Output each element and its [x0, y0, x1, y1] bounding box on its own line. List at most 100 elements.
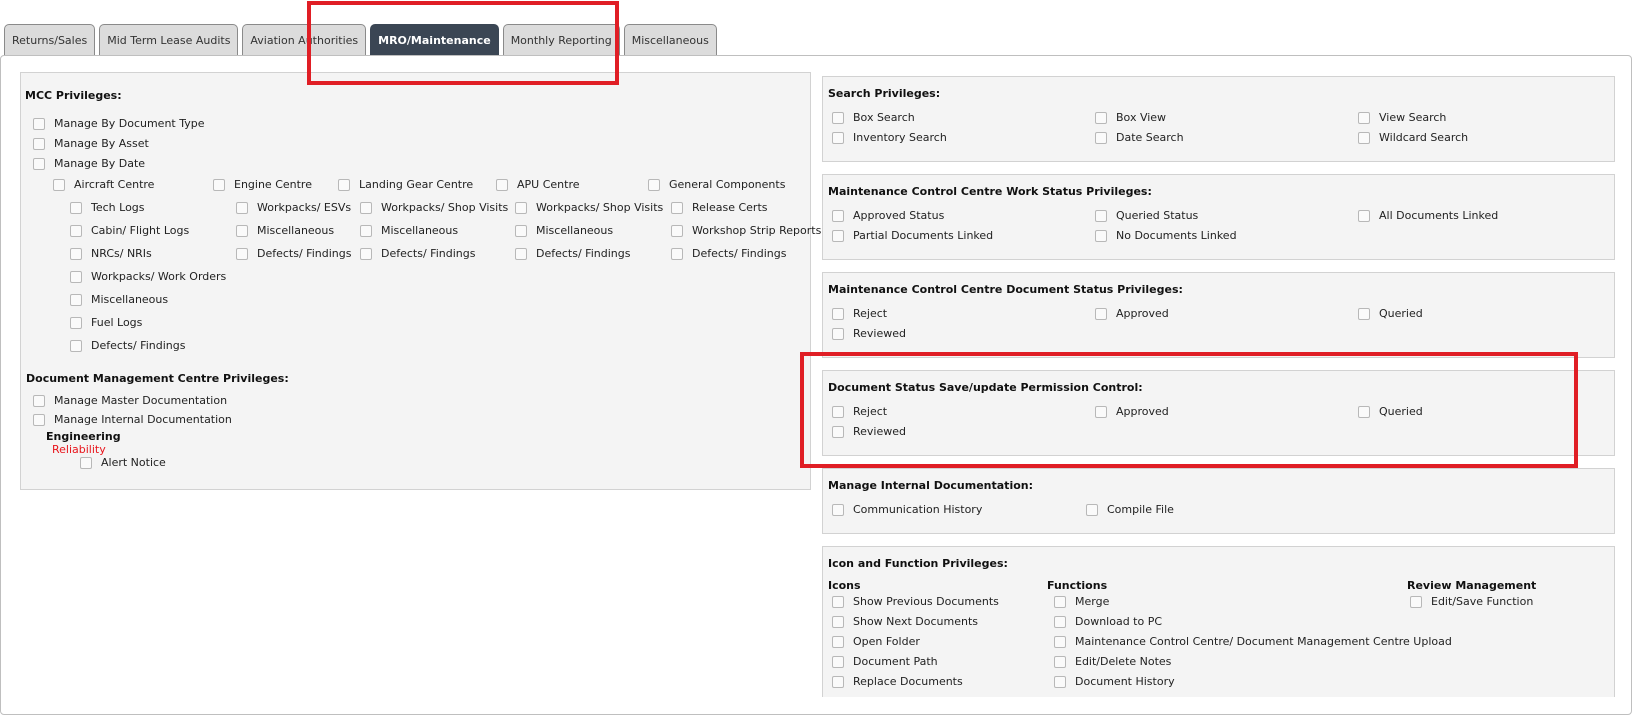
communication-history-checkbox[interactable]: Communication History: [832, 503, 982, 516]
checkbox-box[interactable]: [338, 178, 350, 191]
tab-monthly-reporting[interactable]: Monthly Reporting: [502, 24, 620, 55]
workshop-strip-reports-checkbox[interactable]: Workshop Strip Reports: [671, 224, 821, 237]
checkbox-box[interactable]: [671, 224, 683, 237]
view-search-checkbox[interactable]: View Search: [1358, 111, 1446, 124]
checkbox-box[interactable]: [80, 456, 92, 469]
landing-defects-findings-checkbox[interactable]: Defects/ Findings: [360, 247, 475, 260]
fuel-logs-checkbox[interactable]: Fuel Logs: [70, 316, 142, 329]
engine-miscellaneous-checkbox[interactable]: Miscellaneous: [236, 224, 334, 237]
doc-status-reviewed-checkbox[interactable]: Reviewed: [832, 327, 906, 340]
checkbox-box[interactable]: [832, 615, 844, 628]
checkbox-box[interactable]: [70, 201, 82, 214]
document-path-checkbox[interactable]: Document Path: [832, 655, 938, 668]
box-search-checkbox[interactable]: Box Search: [832, 111, 915, 124]
checkbox-box[interactable]: [70, 316, 82, 329]
general-defects-findings-checkbox[interactable]: Defects/ Findings: [671, 247, 786, 260]
checkbox-box[interactable]: [671, 247, 683, 260]
partial-documents-linked-checkbox[interactable]: Partial Documents Linked: [832, 229, 993, 242]
no-documents-linked-checkbox[interactable]: No Documents Linked: [1095, 229, 1237, 242]
compile-file-checkbox[interactable]: Compile File: [1086, 503, 1174, 516]
merge-checkbox[interactable]: Merge: [1054, 595, 1109, 608]
all-documents-linked-checkbox[interactable]: All Documents Linked: [1358, 209, 1498, 222]
landing-workpacks-shop-visits-checkbox[interactable]: Workpacks/ Shop Visits: [360, 201, 508, 214]
tech-logs-checkbox[interactable]: Tech Logs: [70, 201, 145, 214]
checkbox-box[interactable]: [360, 224, 372, 237]
checkbox-box[interactable]: [832, 675, 844, 688]
checkbox-box[interactable]: [70, 247, 82, 260]
checkbox-box[interactable]: [515, 224, 527, 237]
checkbox-box[interactable]: [1054, 655, 1066, 668]
aircraft-centre-checkbox[interactable]: Aircraft Centre: [53, 178, 154, 191]
checkbox-box[interactable]: [1410, 595, 1422, 608]
checkbox-box[interactable]: [832, 405, 844, 418]
landing-gear-centre-checkbox[interactable]: Landing Gear Centre: [338, 178, 473, 191]
inventory-search-checkbox[interactable]: Inventory Search: [832, 131, 947, 144]
checkbox-box[interactable]: [1095, 131, 1107, 144]
checkbox-box[interactable]: [1095, 209, 1107, 222]
checkbox-box[interactable]: [70, 339, 82, 352]
checkbox-box[interactable]: [515, 201, 527, 214]
checkbox-box[interactable]: [832, 503, 844, 516]
checkbox-box[interactable]: [1054, 675, 1066, 688]
checkbox-box[interactable]: [53, 178, 65, 191]
approved-status-checkbox[interactable]: Approved Status: [832, 209, 944, 222]
manage-master-documentation-checkbox[interactable]: Manage Master Documentation: [33, 394, 227, 407]
checkbox-box[interactable]: [1358, 111, 1370, 124]
apu-defects-findings-checkbox[interactable]: Defects/ Findings: [515, 247, 630, 260]
checkbox-box[interactable]: [360, 247, 372, 260]
alert-notice-checkbox[interactable]: Alert Notice: [80, 456, 166, 469]
checkbox-box[interactable]: [1358, 131, 1370, 144]
checkbox-box[interactable]: [1086, 503, 1098, 516]
checkbox-box[interactable]: [832, 111, 844, 124]
checkbox-box[interactable]: [1358, 209, 1370, 222]
show-previous-documents-checkbox[interactable]: Show Previous Documents: [832, 595, 999, 608]
replace-documents-checkbox[interactable]: Replace Documents: [832, 675, 963, 688]
checkbox-box[interactable]: [832, 307, 844, 320]
general-components-checkbox[interactable]: General Components: [648, 178, 785, 191]
checkbox-box[interactable]: [33, 137, 45, 150]
checkbox-box[interactable]: [832, 209, 844, 222]
checkbox-box[interactable]: [33, 117, 45, 130]
checkbox-box[interactable]: [515, 247, 527, 260]
aircraft-miscellaneous-checkbox[interactable]: Miscellaneous: [70, 293, 168, 306]
doc-status-reject-checkbox[interactable]: Reject: [832, 307, 887, 320]
workpacks-esvs-checkbox[interactable]: Workpacks/ ESVs: [236, 201, 351, 214]
checkbox-box[interactable]: [1054, 635, 1066, 648]
box-view-checkbox[interactable]: Box View: [1095, 111, 1166, 124]
checkbox-box[interactable]: [1095, 111, 1107, 124]
edit-delete-notes-checkbox[interactable]: Edit/Delete Notes: [1054, 655, 1171, 668]
tab-aviation-authorities[interactable]: Aviation Authorities: [242, 24, 367, 55]
checkbox-box[interactable]: [1358, 405, 1370, 418]
apu-miscellaneous-checkbox[interactable]: Miscellaneous: [515, 224, 613, 237]
tab-mro-maintenance[interactable]: MRO/Maintenance: [370, 24, 499, 55]
checkbox-box[interactable]: [648, 178, 660, 191]
checkbox-box[interactable]: [832, 425, 844, 438]
checkbox-box[interactable]: [1095, 307, 1107, 320]
engine-centre-checkbox[interactable]: Engine Centre: [213, 178, 312, 191]
mcc-dmc-upload-checkbox[interactable]: Maintenance Control Centre/ Document Man…: [1054, 635, 1452, 648]
checkbox-box[interactable]: [236, 247, 248, 260]
checkbox-box[interactable]: [70, 293, 82, 306]
checkbox-box[interactable]: [360, 201, 372, 214]
checkbox-box[interactable]: [33, 394, 45, 407]
doc-status-queried-checkbox[interactable]: Queried: [1358, 307, 1423, 320]
manage-by-asset-checkbox[interactable]: Manage By Asset: [33, 137, 149, 150]
checkbox-box[interactable]: [832, 131, 844, 144]
save-approved-checkbox[interactable]: Approved: [1095, 405, 1169, 418]
download-to-pc-checkbox[interactable]: Download to PC: [1054, 615, 1162, 628]
checkbox-box[interactable]: [671, 201, 683, 214]
document-history-checkbox[interactable]: Document History: [1054, 675, 1175, 688]
checkbox-box[interactable]: [236, 201, 248, 214]
checkbox-box[interactable]: [832, 595, 844, 608]
save-queried-checkbox[interactable]: Queried: [1358, 405, 1423, 418]
tab-miscellaneous[interactable]: Miscellaneous: [623, 24, 717, 55]
checkbox-box[interactable]: [70, 270, 82, 283]
checkbox-box[interactable]: [70, 224, 82, 237]
checkbox-box[interactable]: [1358, 307, 1370, 320]
checkbox-box[interactable]: [1054, 595, 1066, 608]
release-certs-checkbox[interactable]: Release Certs: [671, 201, 768, 214]
checkbox-box[interactable]: [832, 229, 844, 242]
tab-mid-term-lease-audits[interactable]: Mid Term Lease Audits: [99, 24, 239, 55]
edit-save-function-checkbox[interactable]: Edit/Save Function: [1410, 595, 1533, 608]
checkbox-box[interactable]: [213, 178, 225, 191]
